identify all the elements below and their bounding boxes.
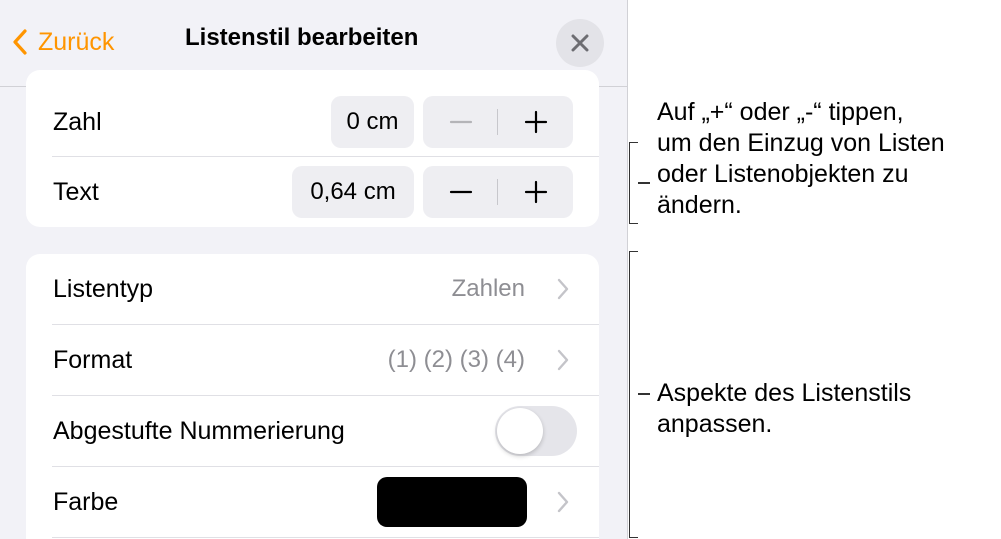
- indent-card: Zahl 0 cm Text 0,64 cm: [26, 70, 599, 227]
- style-callout-bracket: [629, 251, 638, 538]
- format-label: Format: [53, 345, 133, 374]
- toggle-knob: [497, 408, 543, 454]
- minus-icon: [449, 190, 472, 194]
- style-callout-tick: [638, 393, 650, 395]
- indent-callout-text: Auf „+“ oder „-“ tippen, um den Einzug v…: [657, 97, 945, 221]
- indent-callout-bracket: [629, 142, 638, 224]
- page-title: Listenstil bearbeiten: [185, 24, 419, 51]
- indent-text-label: Text: [53, 177, 99, 206]
- list-style-card: Listentyp Zahlen Format (1) (2) (3) (4) …: [26, 254, 599, 539]
- format-value: (1) (2) (3) (4): [387, 346, 525, 373]
- indent-text-increment-button[interactable]: [498, 166, 573, 218]
- indent-callout-line: oder Listenobjekten zu: [657, 160, 909, 188]
- tiered-numbering-row: Abgestufte Nummerierung: [26, 396, 599, 466]
- indent-number-stepper: [423, 96, 573, 148]
- chevron-left-icon: [13, 29, 27, 55]
- chevron-right-icon: [557, 491, 569, 513]
- chevron-right-icon: [557, 278, 569, 300]
- indent-text-stepper: [423, 166, 573, 218]
- indent-row-text: Text 0,64 cm: [26, 157, 599, 227]
- indent-callout-line: Auf „+“ oder „-“ tippen,: [657, 98, 904, 126]
- close-button[interactable]: [556, 19, 604, 67]
- plus-icon: [524, 110, 547, 134]
- indent-callout-line: ändern.: [657, 191, 742, 219]
- indent-number-value[interactable]: 0 cm: [331, 96, 414, 148]
- back-button[interactable]: Zurück: [12, 22, 114, 62]
- color-row[interactable]: Farbe: [26, 467, 599, 537]
- back-label: Zurück: [38, 27, 115, 56]
- indent-callout-line: um den Einzug von Listen: [657, 129, 945, 157]
- plus-icon: [524, 180, 547, 204]
- indent-callout-tick: [638, 182, 650, 184]
- close-icon: [571, 34, 589, 52]
- row-divider: [52, 537, 599, 538]
- color-label: Farbe: [53, 487, 119, 516]
- tiered-numbering-label: Abgestufte Nummerierung: [53, 416, 345, 445]
- style-callout-line: Aspekte des Listenstils: [657, 379, 912, 407]
- indent-row-number: Zahl 0 cm: [26, 87, 599, 157]
- style-callout-text: Aspekte des Listenstils anpassen.: [657, 378, 911, 440]
- stepper-divider: [497, 179, 498, 205]
- style-callout-line: anpassen.: [657, 410, 773, 438]
- list-type-value: Zahlen: [451, 275, 525, 302]
- format-panel: Zurück Listenstil bearbeiten Zahl 0 cm T…: [0, 0, 628, 539]
- format-row[interactable]: Format (1) (2) (3) (4): [26, 325, 599, 395]
- indent-number-decrement-button[interactable]: [423, 96, 498, 148]
- indent-number-label: Zahl: [53, 107, 102, 136]
- stepper-divider: [497, 109, 498, 135]
- list-type-row[interactable]: Listentyp Zahlen: [26, 254, 599, 324]
- minus-icon: [449, 120, 472, 124]
- indent-text-decrement-button[interactable]: [423, 166, 498, 218]
- chevron-right-icon: [557, 349, 569, 371]
- tiered-numbering-toggle[interactable]: [495, 406, 577, 456]
- color-swatch[interactable]: [377, 477, 527, 527]
- indent-text-value[interactable]: 0,64 cm: [292, 166, 414, 218]
- indent-number-increment-button[interactable]: [498, 96, 573, 148]
- list-type-label: Listentyp: [53, 274, 154, 303]
